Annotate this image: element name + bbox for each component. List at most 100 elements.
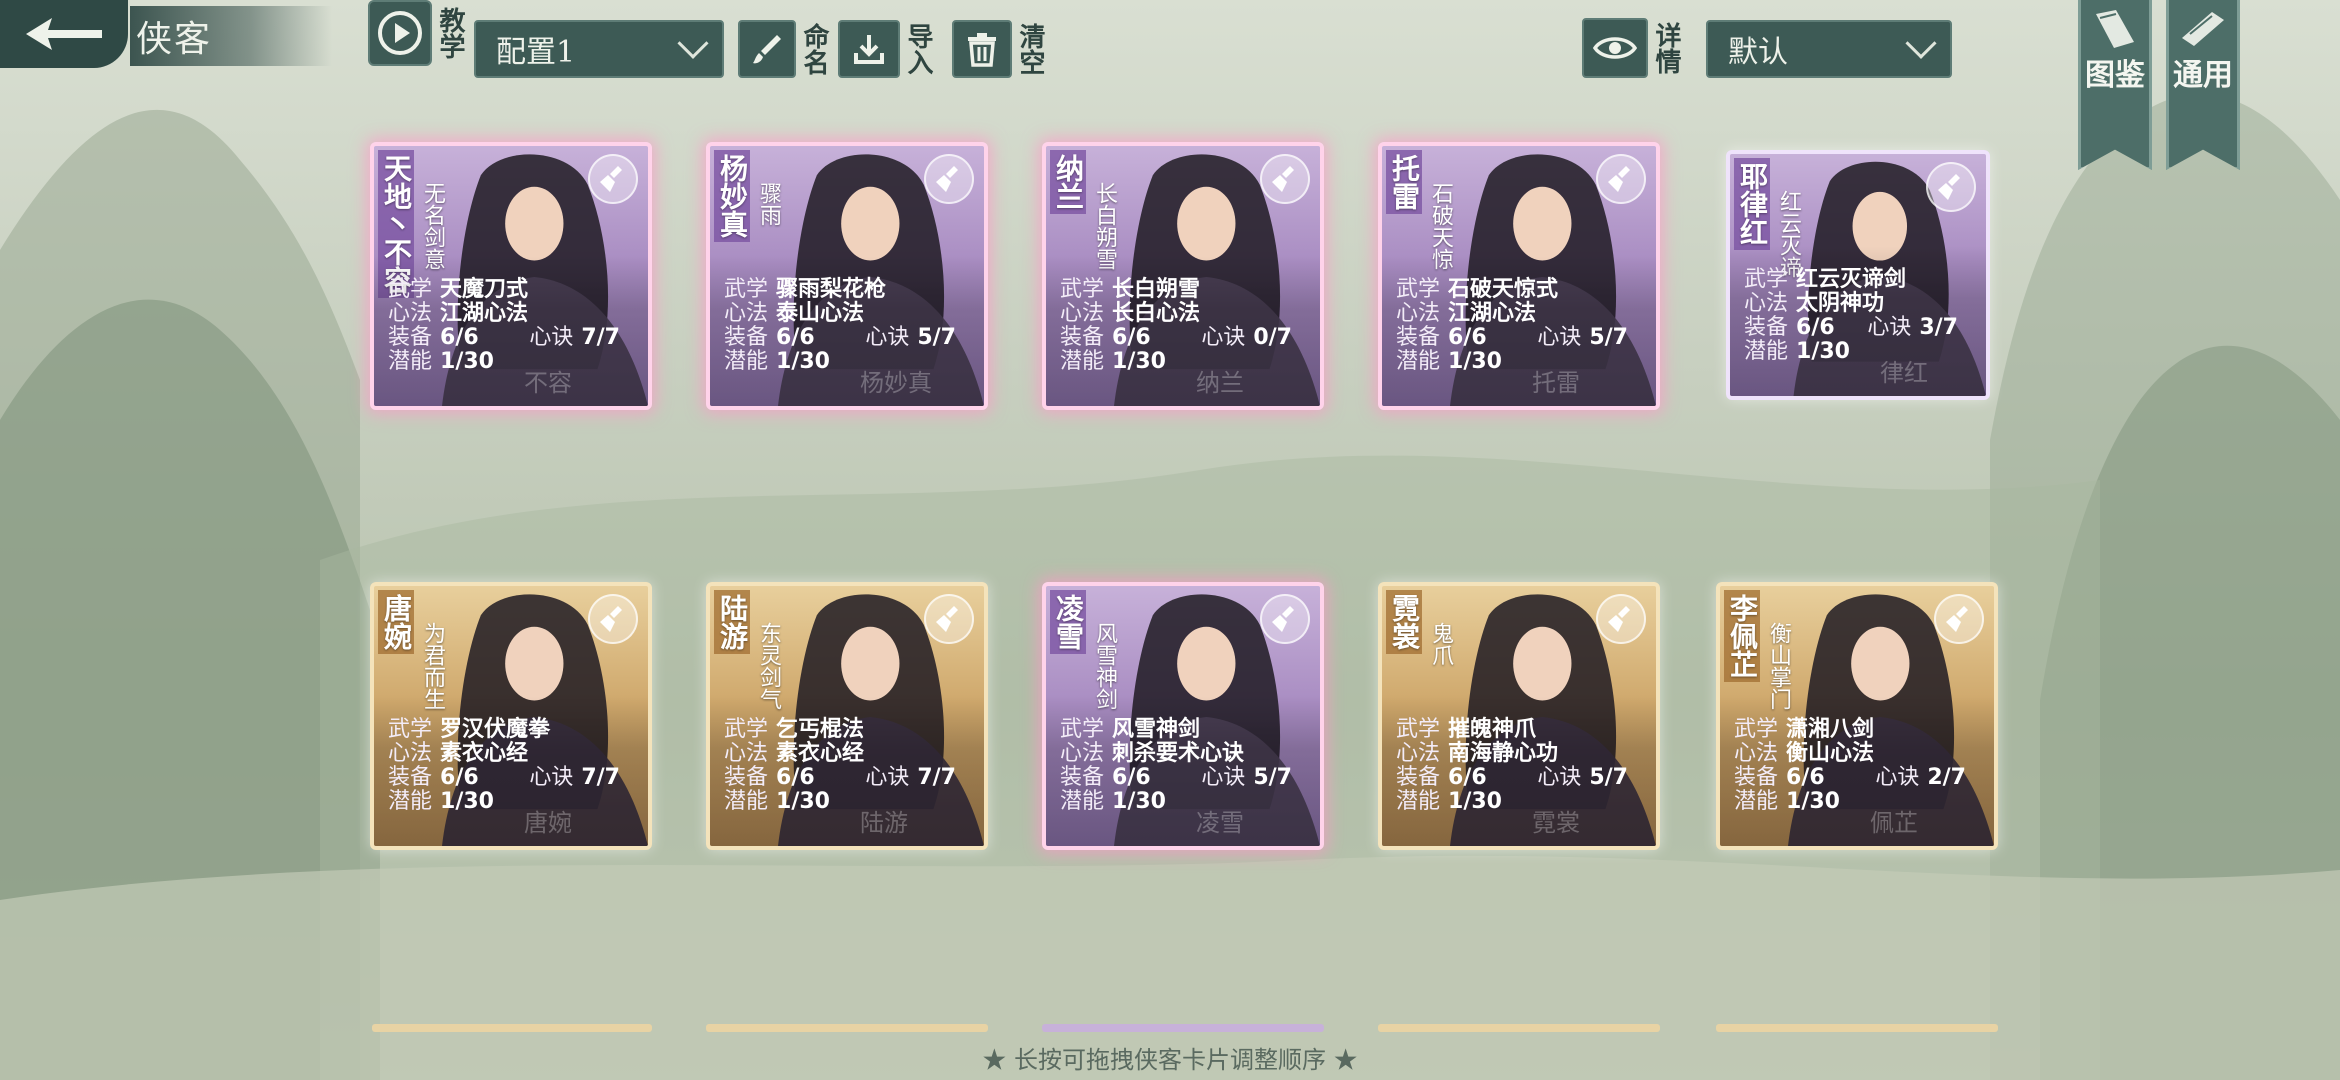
potential-row-value: 1/30 (1448, 349, 1502, 374)
equip-row: 装备 6/6 心诀 0/7 (1060, 326, 1306, 350)
equip-row-value: 6/6 (776, 325, 815, 350)
equip-row-key: 装备 (1744, 315, 1789, 340)
potential-row-value: 1/30 (1448, 789, 1502, 814)
mind-row-key: 心法 (724, 741, 769, 766)
hero-card[interactable]: 陆游 东灵剑气 武学 乞丐棍法 心法 素衣心经 装备 6/6 心诀 7/7 潜能 1/30 陆游 (706, 582, 988, 850)
potential-row-key: 潜能 (1060, 789, 1105, 814)
mind-row-value: 刺杀要术心诀 (1112, 741, 1245, 766)
equip-row-value: 5/7 (1589, 325, 1628, 350)
banner-general-label: 通用 (2173, 58, 2233, 93)
hero-stats: 武学 骤雨梨花枪 心法 泰山心法 装备 6/6 心诀 5/7 潜能 1/30 (710, 256, 984, 406)
clean-button[interactable] (1260, 594, 1310, 644)
potential-row-key: 潜能 (1060, 349, 1105, 374)
hero-card[interactable]: 托雷 石破天惊 武学 石破天惊式 心法 江湖心法 装备 6/6 心诀 5/7 潜能 1/30 托雷 (1378, 142, 1660, 410)
hero-card[interactable]: 杨妙真 骤雨 武学 骤雨梨花枪 心法 泰山心法 装备 6/6 心诀 5/7 潜能 1/30 杨妙真 (706, 142, 988, 410)
hero-faint-name: 律红 (1880, 359, 1928, 387)
broom-icon (1272, 166, 1294, 192)
hero-name: 托雷 (1386, 150, 1422, 214)
banner-general[interactable]: 通用 (2166, 0, 2240, 170)
martial-row-value: 天魔刀式 (440, 277, 529, 302)
hero-card[interactable]: 凌雪 风雪神剑 武学 风雪神剑 心法 刺杀要术心诀 装备 6/6 心诀 5/7 潜能 1/30 凌雪 (1042, 582, 1324, 850)
equip-row-key: 心诀 (529, 765, 574, 790)
equip-row-value: 6/6 (440, 765, 479, 790)
rename-button[interactable]: 命名 (738, 20, 829, 78)
martial-row-key: 武学 (1744, 267, 1789, 292)
back-button[interactable] (0, 0, 128, 68)
potential-row: 潜能 1/30 (724, 350, 970, 374)
equip-row: 装备 6/6 心诀 7/7 (724, 766, 970, 790)
eye-icon (1593, 37, 1637, 59)
hero-card[interactable]: 纳兰 长白朔雪 武学 长白朔雪 心法 长白心法 装备 6/6 心诀 0/7 潜能 1/30 纳兰 (1042, 142, 1324, 410)
martial-row-value: 石破天惊式 (1448, 277, 1559, 302)
clean-button[interactable] (1596, 154, 1646, 204)
hero-name: 李佩芷 (1724, 590, 1760, 682)
mind-row: 心法 长白心法 (1060, 302, 1306, 326)
clean-button[interactable] (924, 594, 974, 644)
clean-button[interactable] (1934, 594, 1984, 644)
hero-stats: 武学 红云灭谛剑 心法 太阴神功 装备 6/6 心诀 3/7 潜能 1/30 (1730, 246, 1986, 396)
mind-row-value: 太阴神功 (1796, 291, 1885, 316)
equip-row-value: 5/7 (917, 325, 956, 350)
tutorial-button[interactable]: 教学 (368, 0, 465, 66)
broom-icon (936, 166, 958, 192)
equip-row-value: 2/7 (1927, 765, 1966, 790)
potential-row-key: 潜能 (724, 349, 769, 374)
martial-row: 武学 乞丐棍法 (724, 718, 970, 742)
potential-row-key: 潜能 (724, 789, 769, 814)
clean-button[interactable] (1926, 162, 1976, 212)
hero-card[interactable]: 李佩芷 衡山掌门 武学 潇湘八剑 心法 衡山心法 装备 6/6 心诀 2/7 潜能 1/30 佩芷 (1716, 582, 1998, 850)
clean-button[interactable] (1260, 154, 1310, 204)
equip-row-value: 7/7 (917, 765, 956, 790)
hero-card[interactable]: 耶律红 红云灭谛 武学 红云灭谛剑 心法 太阴神功 装备 6/6 心诀 3/7 潜能 1/30 律红 (1726, 150, 1990, 400)
hero-card[interactable]: 唐婉 为君而生 武学 罗汉伏魔拳 心法 素衣心经 装备 6/6 心诀 7/7 潜能 1/30 唐婉 (370, 582, 652, 850)
equip-row-key: 装备 (388, 765, 433, 790)
martial-row: 武学 长白朔雪 (1060, 278, 1306, 302)
equip-row-value: 6/6 (1448, 765, 1487, 790)
equip-row-value: 7/7 (581, 325, 620, 350)
equip-row: 装备 6/6 心诀 5/7 (1396, 766, 1642, 790)
potential-row: 潜能 1/30 (388, 790, 634, 814)
clean-button[interactable] (588, 594, 638, 644)
equip-row-key: 装备 (1396, 325, 1441, 350)
hero-card[interactable]: 霓裳 鬼爪 武学 摧魄神爪 心法 南海静心功 装备 6/6 心诀 5/7 潜能 1/30 霓裳 (1378, 582, 1660, 850)
hero-faint-name: 杨妙真 (860, 369, 932, 397)
potential-row-value: 1/30 (1112, 789, 1166, 814)
clear-button[interactable]: 清空 (952, 20, 1045, 78)
clean-button[interactable] (1596, 594, 1646, 644)
equip-row: 装备 6/6 心诀 7/7 (388, 766, 634, 790)
clean-button[interactable] (924, 154, 974, 204)
martial-row-value: 摧魄神爪 (1448, 717, 1537, 742)
hero-stats: 武学 摧魄神爪 心法 南海静心功 装备 6/6 心诀 5/7 潜能 1/30 (1382, 696, 1656, 846)
potential-row-value: 1/30 (776, 789, 830, 814)
hero-card[interactable]: 天地丶不容 无名剑意 武学 天魔刀式 心法 江湖心法 装备 6/6 心诀 7/7 潜能 1/30 不容 (370, 142, 652, 410)
equip-row-key: 心诀 (1201, 765, 1246, 790)
mind-row: 心法 南海静心功 (1396, 742, 1642, 766)
mind-row: 心法 刺杀要术心诀 (1060, 742, 1306, 766)
martial-row: 武学 摧魄神爪 (1396, 718, 1642, 742)
page-title: 侠客 (130, 6, 333, 66)
broom-icon (600, 606, 622, 632)
play-icon (378, 11, 422, 55)
equip-row-key: 装备 (724, 325, 769, 350)
detail-toggle[interactable]: 详情 (1582, 18, 1681, 78)
equip-row: 装备 6/6 心诀 5/7 (724, 326, 970, 350)
banner-catalog[interactable]: 图鉴 (2078, 0, 2152, 170)
import-button[interactable]: 导入 (838, 20, 933, 78)
equip-row-key: 心诀 (865, 765, 910, 790)
clean-button[interactable] (588, 154, 638, 204)
martial-row-key: 武学 (388, 277, 433, 302)
equip-row-key: 心诀 (1201, 325, 1246, 350)
config-select[interactable]: 配置1 (474, 20, 724, 78)
card-stub (372, 1024, 652, 1032)
potential-row-key: 潜能 (388, 349, 433, 374)
potential-row-value: 1/30 (440, 349, 494, 374)
martial-row-value: 骤雨梨花枪 (776, 277, 887, 302)
sort-select[interactable]: 默认 (1706, 20, 1952, 78)
martial-row-key: 武学 (1396, 277, 1441, 302)
martial-row-value: 罗汉伏魔拳 (440, 717, 551, 742)
mind-row-key: 心法 (388, 741, 433, 766)
martial-row-key: 武学 (1734, 717, 1779, 742)
detail-label: 详情 (1651, 22, 1681, 74)
download-icon (854, 35, 884, 64)
potential-row-value: 1/30 (1786, 789, 1840, 814)
